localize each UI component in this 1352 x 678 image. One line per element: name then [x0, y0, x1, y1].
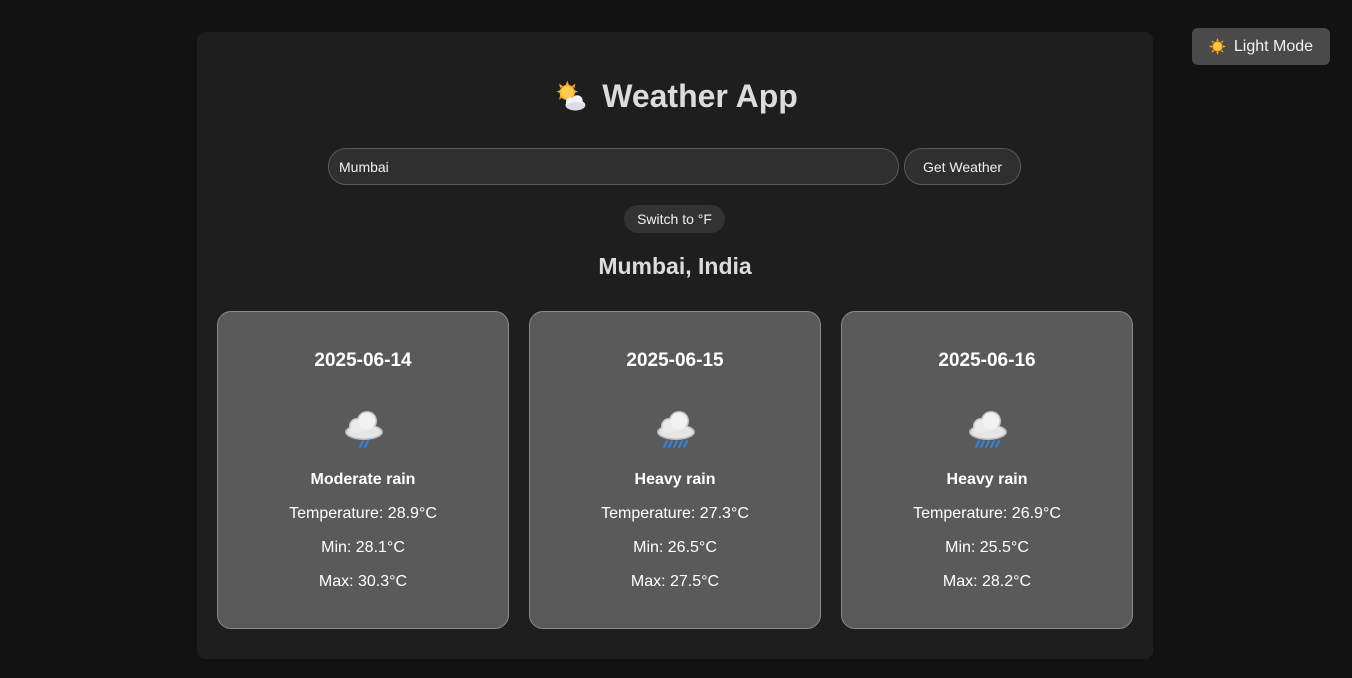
- rain-cloud-icon: [345, 411, 383, 448]
- forecast-card: 2025-06-16 Heavy rain Temperature: 26.9°…: [841, 311, 1133, 629]
- light-mode-toggle[interactable]: Light Mode: [1192, 28, 1330, 65]
- forecast-condition: Moderate rain: [310, 471, 416, 488]
- forecast-min: Min: 26.5°C: [633, 539, 717, 556]
- forecast-min: Min: 25.5°C: [945, 539, 1029, 556]
- forecast-temperature: Temperature: 26.9°C: [913, 505, 1061, 522]
- light-mode-label: Light Mode: [1233, 37, 1314, 55]
- forecast-date: 2025-06-15: [626, 350, 724, 371]
- forecast-card: 2025-06-15 Heavy rain Temperature: 27.3°…: [529, 311, 821, 629]
- sun-icon: [1208, 38, 1226, 55]
- location-title: Mumbai, India: [598, 253, 752, 279]
- forecast-condition: Heavy rain: [634, 471, 716, 488]
- unit-toggle-button[interactable]: Switch to °F: [624, 205, 725, 233]
- forecast-temperature: Temperature: 28.9°C: [289, 505, 437, 522]
- heavy-rain-cloud-icon: [969, 411, 1007, 448]
- forecast-condition: Heavy rain: [946, 471, 1028, 488]
- header: Weather App: [197, 78, 1153, 115]
- city-search-input[interactable]: [328, 148, 899, 185]
- forecast-date: 2025-06-16: [938, 350, 1036, 371]
- heavy-rain-cloud-icon: [657, 411, 695, 448]
- forecast-max: Max: 28.2°C: [942, 573, 1032, 590]
- forecast-max: Max: 30.3°C: [318, 573, 408, 590]
- forecast-max: Max: 27.5°C: [630, 573, 720, 590]
- sun-cloud-icon: [556, 80, 586, 110]
- forecast-temperature: Temperature: 27.3°C: [601, 505, 749, 522]
- get-weather-button[interactable]: Get Weather: [904, 148, 1021, 185]
- weather-panel: Weather App Get Weather Switch to °F Mum…: [197, 32, 1153, 659]
- forecast-min: Min: 28.1°C: [321, 539, 405, 556]
- forecast-card: 2025-06-14 Moderate rain Temperature: 28…: [217, 311, 509, 629]
- page-title: Weather App: [602, 78, 798, 114]
- forecast-date: 2025-06-14: [314, 350, 412, 371]
